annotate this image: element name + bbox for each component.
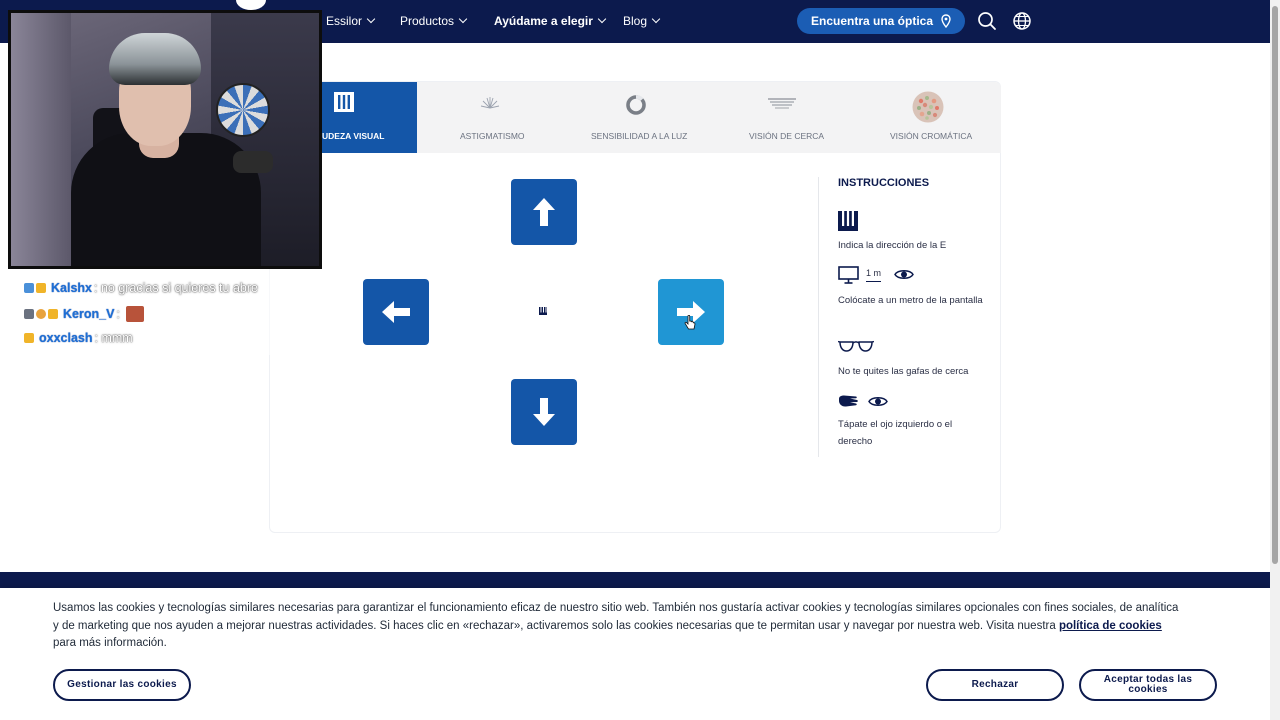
instruction-step-1: Indica la dirección de la E <box>838 240 947 251</box>
astigmatism-fan-icon <box>480 97 500 109</box>
hand-cursor-icon <box>684 315 696 330</box>
eye-icon <box>894 270 914 279</box>
reject-cookies-button[interactable]: Rechazar <box>926 669 1064 701</box>
e-chart-icon <box>334 92 354 112</box>
badge-icon <box>36 283 46 293</box>
chevron-down-icon <box>597 14 607 24</box>
brand-logo[interactable] <box>236 0 266 10</box>
badge-icon <box>24 309 34 319</box>
cookie-policy-link[interactable]: política de cookies <box>1059 620 1162 632</box>
instruction-step-2: Colócate a un metro de la pantalla <box>838 295 983 306</box>
cookie-banner: Usamos las cookies y tecnologías similar… <box>0 588 1270 720</box>
test-letter-e <box>539 307 547 315</box>
screen: Essilor Productos Ayúdame a elegir Blog … <box>0 0 1280 720</box>
badge-icon <box>24 283 34 293</box>
arrow-left-button[interactable] <box>363 279 429 345</box>
glasses-icon <box>838 340 874 352</box>
chevron-down-icon <box>366 14 376 24</box>
near-lines-icon <box>768 98 796 109</box>
accept-cookies-button[interactable]: Aceptar todas las cookies <box>1079 669 1217 701</box>
nav-item-label: Blog <box>623 14 648 28</box>
cookie-text: Usamos las cookies y tecnologías similar… <box>53 602 1179 649</box>
chat-username: Kalshx <box>51 281 92 295</box>
nav-item-blog[interactable]: Blog <box>623 14 661 28</box>
instruction-step-4: Tápate el ojo izquierdo o el derecho <box>838 419 953 447</box>
e-chart-icon <box>838 211 858 231</box>
chevron-down-icon <box>458 14 468 24</box>
chat-message: Keron_V : <box>24 306 144 322</box>
cover-eye-hand-icon <box>839 395 858 407</box>
prize-wheel-image <box>216 83 270 137</box>
tab-label: UDEZA VISUAL <box>322 131 385 141</box>
manage-cookies-button[interactable]: Gestionar las cookies <box>53 669 191 701</box>
color-plate-icon <box>912 91 944 123</box>
nav-item-essilor[interactable]: Essilor <box>326 14 376 28</box>
arrow-up-button[interactable] <box>511 179 577 245</box>
scrollbar-thumb[interactable] <box>1272 6 1278 564</box>
chat-text: : <box>116 307 120 321</box>
nav-item-ayudame[interactable]: Ayúdame a elegir <box>494 14 607 28</box>
tab-astigmatismo[interactable]: ASTIGMATISMO <box>417 82 563 153</box>
streamer-webcam <box>8 10 322 269</box>
distance-label: 1 m <box>866 268 882 282</box>
light-ring-icon <box>626 95 646 115</box>
chat-text: : mmm <box>94 331 133 345</box>
arrow-right-button[interactable] <box>658 279 724 345</box>
find-optician-label: Encuentra una óptica <box>810 14 934 28</box>
tab-sensibilidad-luz[interactable]: SENSIBILIDAD A LA LUZ <box>563 82 709 153</box>
tab-label: SENSIBILIDAD A LA LUZ <box>591 131 688 141</box>
location-pin-icon <box>941 14 951 28</box>
test-tabs: UDEZA VISUAL ASTIGMATISMO SENSIBILIDAD A… <box>270 82 1001 153</box>
tab-vision-cromatica[interactable]: VISIÓN CROMÁTICA <box>855 82 1001 153</box>
microphone-image <box>233 151 273 173</box>
chat-username: oxxclash <box>39 331 93 345</box>
chat-message: oxxclash : mmm <box>24 331 133 345</box>
nav-item-productos[interactable]: Productos <box>400 14 468 28</box>
nav-item-label: Ayúdame a elegir <box>494 14 593 28</box>
chevron-down-icon <box>651 14 661 24</box>
search-icon[interactable] <box>977 11 997 31</box>
stream-chat-overlay: Kalshx : no gracias si quieres tu abre K… <box>22 255 322 355</box>
find-optician-button[interactable]: Encuentra una óptica <box>797 8 965 34</box>
globe-icon[interactable] <box>1012 11 1032 31</box>
arrow-left-icon <box>382 301 410 323</box>
tab-label: ASTIGMATISMO <box>460 131 525 141</box>
arrow-down-icon <box>533 398 555 426</box>
tab-vision-cerca[interactable]: VISIÓN DE CERCA <box>709 82 855 153</box>
chat-text: : no gracias si quieres tu abre <box>94 281 258 295</box>
instructions-title: INSTRUCCIONES <box>838 177 930 189</box>
nav-item-label: Essilor <box>326 14 363 28</box>
tab-label: VISIÓN CROMÁTICA <box>890 131 973 141</box>
badge-icon <box>24 333 34 343</box>
nav-item-label: Productos <box>400 14 455 28</box>
page-scrollbar[interactable] <box>1270 0 1280 720</box>
eye-icon <box>868 397 888 406</box>
instructions-divider <box>818 177 819 457</box>
instruction-step-3: No te quites las gafas de cerca <box>838 366 969 377</box>
chat-username: Keron_V <box>63 307 115 321</box>
monitor-icon <box>838 266 859 284</box>
arrow-up-icon <box>533 198 555 226</box>
badge-icon <box>48 309 58 319</box>
chat-message: Kalshx : no gracias si quieres tu abre <box>24 281 258 295</box>
chat-emote-icon <box>125 306 144 322</box>
badge-icon <box>36 309 46 319</box>
tab-label: VISIÓN DE CERCA <box>749 131 825 141</box>
arrow-down-button[interactable] <box>511 379 577 445</box>
